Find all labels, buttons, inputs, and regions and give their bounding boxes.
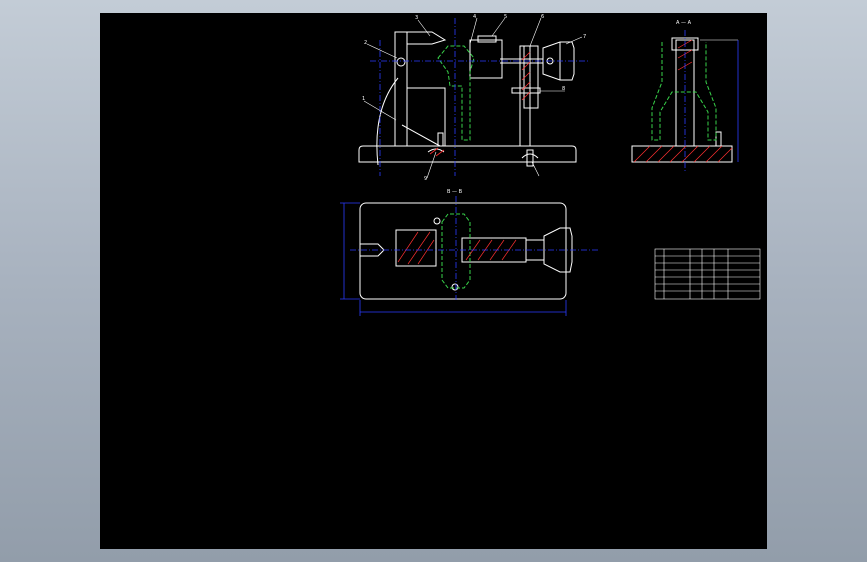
side-view-hatching [633, 39, 733, 163]
base-plate [358, 145, 577, 163]
top-view [359, 202, 573, 300]
part-number-1: 1 [362, 96, 365, 102]
column-rib [406, 87, 446, 147]
part-number-labels: 2 3 4 5 6 7 1 8 9 [362, 14, 586, 182]
fixture-assembly-drawing: 2 3 4 5 6 7 1 8 9 A — A B — B [340, 14, 761, 316]
part-number-3: 3 [415, 15, 418, 21]
part-number-7: 7 [583, 34, 586, 40]
section-bb-title: B — B [447, 189, 463, 195]
top-bracket [406, 31, 447, 45]
clamp-body [469, 39, 503, 79]
part-number-5: 5 [504, 14, 507, 20]
front-view [358, 31, 577, 167]
top-base-plate [359, 202, 567, 300]
side-base-plate [631, 145, 733, 163]
workpiece-hidden [437, 45, 475, 141]
column [394, 31, 408, 147]
section-aa-title: A — A [676, 20, 692, 26]
part-number-9: 9 [424, 176, 427, 182]
title-block [654, 248, 761, 300]
part-number-6: 6 [541, 14, 544, 20]
front-view-leaders [363, 17, 583, 179]
side-workpiece-hidden [651, 42, 717, 141]
part-number-4: 4 [473, 14, 476, 20]
part-number-2: 2 [364, 40, 367, 46]
top-view-hatching [397, 231, 517, 265]
part-number-8: 8 [562, 86, 565, 92]
